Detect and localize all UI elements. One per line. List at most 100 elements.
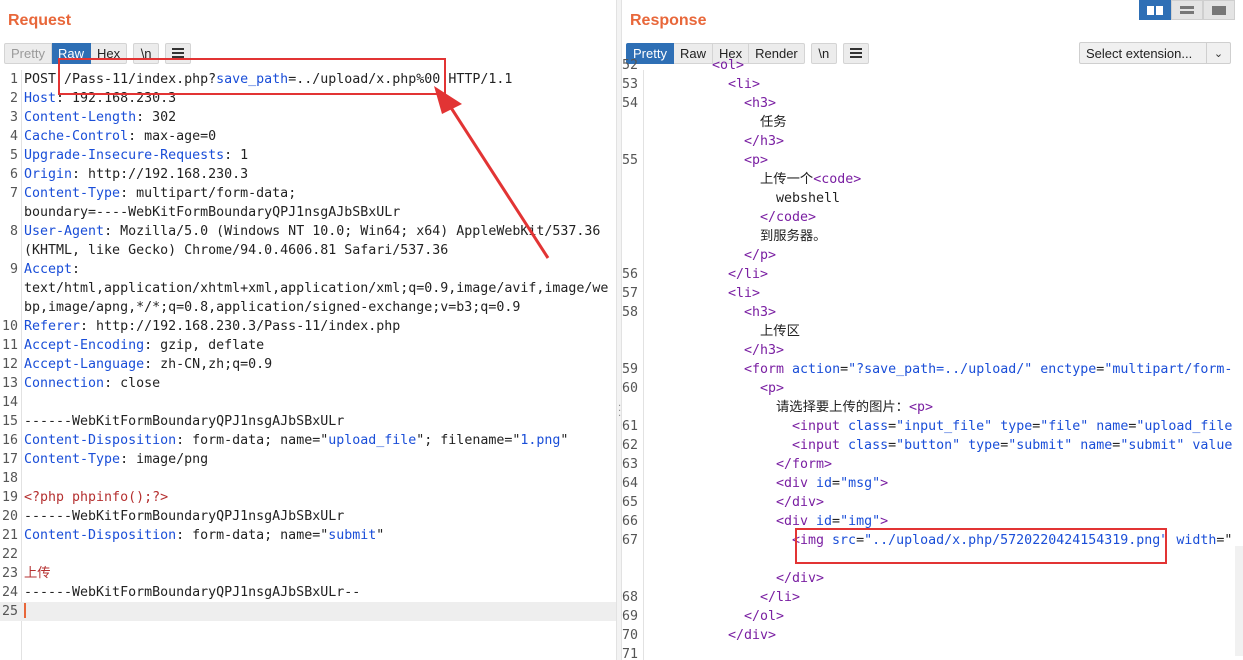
request-code-line[interactable]: 21 Content-Disposition: form-data; name="… (0, 526, 616, 545)
request-code-line[interactable]: 25 (0, 602, 616, 621)
response-code-line[interactable]: 上传一个<code> (622, 170, 1243, 189)
response-code-line[interactable]: 请选择要上传的图片：<p> (622, 398, 1243, 417)
layout-switcher (1139, 0, 1235, 20)
token: <img (792, 533, 833, 548)
request-newline-toggle[interactable]: \n (133, 42, 160, 64)
request-code-line[interactable]: 20 ------WebKitFormBoundaryQPJ1nsgAJbSBxU… (0, 507, 616, 526)
response-code-line[interactable]: 58 <h3> (622, 303, 1243, 322)
response-code-line[interactable]: </div> (622, 569, 1243, 588)
response-code-line[interactable]: 55 <p> (622, 151, 1243, 170)
token: Content-Type (24, 452, 121, 467)
response-code-line[interactable]: 68 </li> (622, 588, 1243, 607)
request-code-line[interactable]: (KHTML, like Gecko) Chrome/94.0.4606.81 … (0, 241, 616, 260)
line-number: 8 (9, 224, 18, 239)
line-number: 3 (9, 110, 18, 125)
request-code-line[interactable]: 14 (0, 393, 616, 412)
response-code-line[interactable]: 60 <p> (622, 379, 1243, 398)
layout-side-by-side-button[interactable] (1139, 0, 1171, 20)
response-code-line[interactable] (622, 550, 1243, 569)
line-text: webshell (776, 189, 840, 208)
request-code-line[interactable]: 13 Connection: close (0, 374, 616, 393)
line-text: 上传区 (760, 322, 800, 341)
request-code-line[interactable]: 19 <?php phpinfo();?> (0, 488, 616, 507)
line-text: text/html,application/xhtml+xml,applicat… (24, 279, 608, 298)
layout-single-button[interactable] (1203, 0, 1235, 20)
response-code-line[interactable]: 53 <li> (622, 75, 1243, 94)
line-text: Content-Disposition: form-data; name="up… (24, 431, 568, 450)
request-tab-raw[interactable]: Raw (51, 42, 91, 64)
response-code-line[interactable]: </code> (622, 208, 1243, 227)
line-number: 25 (1, 604, 18, 619)
token: 任务 (760, 115, 787, 130)
request-code-line[interactable]: text/html,application/xhtml+xml,applicat… (0, 279, 616, 298)
response-code-line[interactable]: 65 </div> (622, 493, 1243, 512)
token: </h3> (744, 343, 785, 358)
response-code-line[interactable]: 66 <div id="img"> (622, 512, 1243, 531)
request-code-line[interactable]: 4 Cache-Control: max-age=0 (0, 127, 616, 146)
response-code-line[interactable]: 64 <div id="msg"> (622, 474, 1243, 493)
request-code-line[interactable]: 23 上传 (0, 564, 616, 583)
request-code-line[interactable]: 12 Accept-Language: zh-CN,zh;q=0.9 (0, 355, 616, 374)
token: : Mozilla/5.0 (Windows NT 10.0; Win64; x… (104, 224, 601, 239)
request-code-line[interactable]: 16 Content-Disposition: form-data; name="… (0, 431, 616, 450)
request-code-line[interactable]: 18 (0, 469, 616, 488)
response-code-line[interactable]: 63 </form> (622, 455, 1243, 474)
line-text: </li> (728, 265, 768, 284)
response-code-line[interactable]: 61 <input class="input_file" type="file" … (622, 417, 1243, 436)
response-code-line[interactable]: 任务 (622, 113, 1243, 132)
line-number: 66 (622, 514, 639, 529)
token: : http://192.168.230.3/Pass-11/index.php (80, 319, 401, 334)
response-code-line[interactable]: 70 </div> (622, 626, 1243, 645)
response-code-line[interactable]: 69 </ol> (622, 607, 1243, 626)
response-code-line[interactable]: 54 <h3> (622, 94, 1243, 113)
response-code-line[interactable]: </h3> (622, 132, 1243, 151)
request-code-line[interactable]: 10 Referer: http://192.168.230.3/Pass-11/… (0, 317, 616, 336)
request-code-line[interactable]: 22 (0, 545, 616, 564)
request-code-line[interactable]: 1 POST /Pass-11/index.php?save_path=../up… (0, 70, 616, 89)
token: Cache-Control (24, 129, 129, 144)
request-tab-pretty[interactable]: Pretty (4, 42, 52, 64)
token: "multipart/form- (1104, 362, 1233, 377)
token: Referer (24, 319, 81, 334)
response-code-line[interactable]: </h3> (622, 341, 1243, 360)
request-editor[interactable]: 1 POST /Pass-11/index.php?save_path=../up… (0, 70, 616, 660)
request-code-line[interactable]: 11 Accept-Encoding: gzip, deflate (0, 336, 616, 355)
request-code-line[interactable]: 3 Content-Length: 302 (0, 108, 616, 127)
line-text: <li> (728, 284, 760, 303)
request-code-line[interactable]: 15 ------WebKitFormBoundaryQPJ1nsgAJbSBxU… (0, 412, 616, 431)
response-code-line[interactable]: </p> (622, 246, 1243, 265)
token: </p> (744, 248, 777, 263)
line-text: Referer: http://192.168.230.3/Pass-11/in… (24, 317, 400, 336)
line-number: 20 (1, 509, 18, 524)
request-code-line[interactable]: 9 Accept: (0, 260, 616, 279)
request-code-line[interactable]: 7 Content-Type: multipart/form-data; (0, 184, 616, 203)
response-code-line[interactable]: 到服务器。 (622, 227, 1243, 246)
response-code-line[interactable]: 59 <form action="?save_path=../upload/" e… (622, 360, 1243, 379)
layout-stacked-button[interactable] (1171, 0, 1203, 20)
request-menu-button[interactable] (165, 42, 192, 64)
line-number: 67 (622, 533, 639, 548)
request-tab-hex[interactable]: Hex (90, 42, 128, 64)
request-code-line[interactable]: bp,image/apng,*/*;q=0.8,application/sign… (0, 298, 616, 317)
line-text: <div id="msg"> (776, 474, 888, 493)
token: : gzip, deflate (144, 338, 265, 353)
request-code-line[interactable]: 2 Host: 192.168.230.3 (0, 89, 616, 108)
request-code-line[interactable]: 8 User-Agent: Mozilla/5.0 (Windows NT 10.… (0, 222, 616, 241)
response-code-line[interactable]: 52 <ol> (622, 56, 1243, 75)
response-code-line[interactable]: 71 (622, 645, 1243, 660)
response-scrollbar[interactable] (1235, 546, 1243, 656)
response-editor[interactable]: 52 <ol> 53 <li> 54 <h3> 任务 </h3> 55 <p> 上传一个<code>… (622, 58, 1243, 660)
request-code-line[interactable]: boundary=----WebKitFormBoundaryQPJ1nsgAJ… (0, 203, 616, 222)
request-code-line[interactable]: 17 Content-Type: image/png (0, 450, 616, 469)
response-code-line[interactable]: webshell (622, 189, 1243, 208)
request-code-line[interactable]: 5 Upgrade-Insecure-Requests: 1 (0, 146, 616, 165)
request-code-line[interactable]: 6 Origin: http://192.168.230.3 (0, 165, 616, 184)
response-code-line[interactable]: 上传区 (622, 322, 1243, 341)
line-number: 14 (1, 395, 18, 410)
request-code-line[interactable]: 24 ------WebKitFormBoundaryQPJ1nsgAJbSBxU… (0, 583, 616, 602)
response-code-line[interactable]: 62 <input class="button" type="submit" na… (622, 436, 1243, 455)
response-code-line[interactable]: 67 <img src="../upload/x.php/572022042415… (622, 531, 1243, 550)
response-code-line[interactable]: 57 <li> (622, 284, 1243, 303)
response-code-line[interactable]: 56 </li> (622, 265, 1243, 284)
token: action (792, 362, 841, 377)
